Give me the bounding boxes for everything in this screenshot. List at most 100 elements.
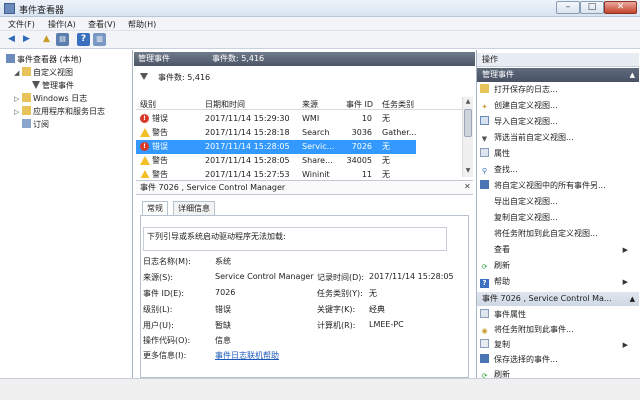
- action-help[interactable]: ? 帮助 ▶: [480, 276, 630, 288]
- folder-up-icon[interactable]: ▲: [40, 33, 53, 46]
- menu-view[interactable]: 查看(V): [88, 19, 116, 30]
- tree-admin-events[interactable]: 管理事件: [32, 80, 74, 91]
- help-icon[interactable]: ?: [77, 33, 90, 46]
- action-refresh-event[interactable]: ⟳ 刷新: [480, 369, 630, 378]
- table-row[interactable]: 警告 2017/11/14 15:27:53 Wininit 11 无: [136, 168, 462, 178]
- action-save-all-events[interactable]: 将自定义视图中的所有事件另...: [480, 180, 630, 192]
- task-category-value: 无: [369, 289, 377, 298]
- tab-general[interactable]: 常规: [142, 201, 168, 216]
- table-row-selected[interactable]: ! 错误 2017/11/14 15:28:05 Servic... 7026 …: [136, 140, 416, 154]
- column-datetime[interactable]: 日期和时间: [205, 99, 245, 110]
- table-row[interactable]: 警告 2017/11/14 15:28:05 Share... 34005 无: [136, 154, 462, 168]
- action-open-saved-log[interactable]: 打开保存的日志...: [480, 84, 630, 96]
- blank-icon: [480, 244, 489, 253]
- collapse-icon[interactable]: ▲: [630, 68, 635, 82]
- menu-action[interactable]: 操作(A): [48, 19, 76, 30]
- show-hide-tree-icon[interactable]: ▤: [56, 33, 69, 46]
- scroll-thumb[interactable]: [464, 109, 472, 137]
- action-export-custom-view[interactable]: 导出自定义视图...: [480, 196, 630, 208]
- warning-icon: [140, 170, 150, 178]
- action-properties[interactable]: 属性: [480, 148, 630, 160]
- back-arrow-icon[interactable]: ◀: [5, 33, 18, 46]
- menu-bar: 文件(F) 操作(A) 查看(V) 帮助(H): [0, 17, 640, 31]
- event-viewer-icon: [6, 54, 15, 63]
- menu-file[interactable]: 文件(F): [8, 19, 35, 30]
- collapse-icon[interactable]: ▲: [630, 292, 635, 306]
- user-label: 用户(U):: [143, 321, 174, 330]
- table-row[interactable]: 警告 2017/11/14 15:28:18 Search 3036 Gathe…: [136, 126, 462, 140]
- log-name-label: 日志名称(M):: [143, 257, 191, 266]
- action-import-custom-view[interactable]: 导入自定义视图...: [480, 116, 630, 128]
- tree-windows-logs[interactable]: ▷ Windows 日志: [14, 93, 87, 104]
- save-icon: [480, 354, 489, 363]
- tree-subscriptions[interactable]: 订阅: [22, 119, 49, 130]
- level-value: 错误: [215, 305, 231, 314]
- folder-icon: [22, 67, 31, 76]
- action-attach-task-view[interactable]: 将任务附加到此自定义视图...: [480, 228, 630, 240]
- center-header-count: 事件数: 5,416: [212, 54, 265, 63]
- filter-bar: 事件数: 5,416: [140, 72, 210, 83]
- expand-icon[interactable]: ▷: [14, 107, 22, 118]
- error-icon: !: [140, 142, 149, 151]
- action-view[interactable]: 查看 ▶: [480, 244, 630, 256]
- expand-icon[interactable]: ▷: [14, 94, 22, 105]
- create-view-icon: ✦: [481, 103, 488, 111]
- menu-help[interactable]: 帮助(H): [128, 19, 156, 30]
- scroll-up-icon[interactable]: ▲: [464, 98, 472, 107]
- event-id-label: 事件 ID(E):: [143, 289, 185, 298]
- log-name-value: 系统: [215, 257, 231, 266]
- help-icon: ?: [480, 279, 489, 288]
- column-event-id[interactable]: 事件 ID: [346, 99, 373, 110]
- properties-icon: [480, 309, 489, 318]
- maximize-button[interactable]: □: [580, 1, 604, 14]
- action-create-custom-view[interactable]: ✦ 创建自定义视图...: [480, 100, 630, 112]
- tree-root[interactable]: 事件查看器 (本地): [6, 54, 82, 65]
- submenu-arrow-icon: ▶: [622, 341, 628, 349]
- title-bar: 事件查看器 – □ ✕: [0, 0, 640, 17]
- actions-title: 操作: [477, 53, 639, 67]
- table-row[interactable]: ! 错误 2017/11/14 15:29:30 WMI 10 无: [136, 112, 462, 126]
- opcode-value: 信息: [215, 336, 231, 345]
- action-copy-custom-view[interactable]: 复制自定义视图...: [480, 212, 630, 224]
- close-icon[interactable]: ✕: [464, 182, 473, 192]
- tree-custom-views[interactable]: ◢ 自定义视图: [14, 67, 73, 78]
- action-filter-custom-view[interactable]: ▼ 筛选当前自定义视图...: [480, 132, 630, 144]
- action-copy[interactable]: 复制 ▶: [480, 339, 630, 351]
- event-grid-scrollbar[interactable]: ▲ ▼: [462, 97, 473, 177]
- task-icon: ◉: [481, 327, 488, 335]
- action-pane-icon[interactable]: ▥: [93, 33, 106, 46]
- forward-arrow-icon[interactable]: ▶: [20, 33, 33, 46]
- folder-icon: [22, 106, 31, 115]
- source-label: 来源(S):: [143, 273, 174, 282]
- column-task-category[interactable]: 任务类别: [382, 99, 414, 110]
- subscriptions-icon: [22, 119, 31, 128]
- save-icon: [480, 180, 489, 189]
- center-header: 管理事件 事件数: 5,416: [134, 52, 475, 66]
- logged-value: 2017/11/14 15:28:05: [369, 272, 454, 281]
- collapse-icon[interactable]: ◢: [14, 68, 22, 79]
- filter-event-count: 事件数: 5,416: [158, 73, 211, 82]
- online-help-link[interactable]: 事件日志联机帮助: [215, 350, 279, 361]
- blank-icon: [480, 212, 489, 221]
- submenu-arrow-icon: ▶: [622, 278, 628, 286]
- open-log-icon: [480, 84, 489, 93]
- action-find[interactable]: ⚲ 查找...: [480, 164, 630, 176]
- actions-section-event[interactable]: 事件 7026 , Service Control Ma... ▲: [477, 292, 639, 306]
- action-event-properties[interactable]: 事件属性: [480, 309, 630, 321]
- event-viewer-icon: [4, 3, 15, 14]
- actions-section-admin-events[interactable]: 管理事件 ▲: [477, 68, 639, 82]
- scroll-down-icon[interactable]: ▼: [464, 167, 472, 176]
- column-level[interactable]: 级别: [140, 99, 156, 110]
- minimize-button[interactable]: –: [556, 1, 580, 14]
- tree-app-logs[interactable]: ▷ 应用程序和服务日志: [14, 106, 105, 117]
- tab-details[interactable]: 详细信息: [173, 201, 215, 215]
- warning-icon: [140, 128, 150, 137]
- task-category-label: 任务类别(Y):: [317, 289, 363, 298]
- action-attach-task-event[interactable]: ◉ 将任务附加到此事件...: [480, 324, 630, 336]
- action-refresh[interactable]: ⟳ 刷新: [480, 260, 630, 272]
- close-button[interactable]: ✕: [604, 1, 637, 14]
- action-save-selected-events[interactable]: 保存选择的事件...: [480, 354, 630, 366]
- column-source[interactable]: 来源: [302, 99, 318, 110]
- warning-icon: [140, 156, 150, 165]
- properties-icon: [480, 148, 489, 157]
